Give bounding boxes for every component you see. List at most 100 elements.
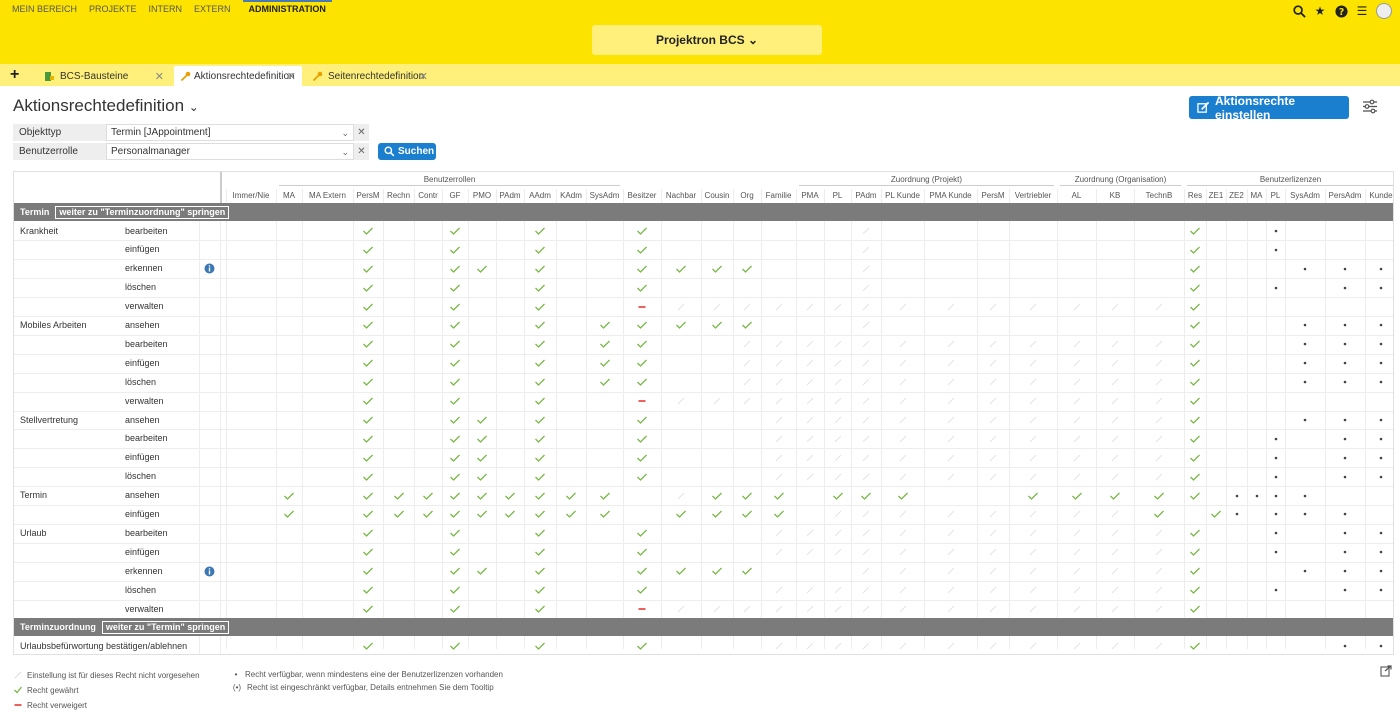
- check-icon[interactable]: [476, 263, 488, 275]
- not-applicable-icon[interactable]: [1153, 471, 1165, 483]
- denied-icon[interactable]: [636, 603, 648, 615]
- check-icon[interactable]: [449, 263, 461, 275]
- not-applicable-icon[interactable]: [897, 584, 909, 596]
- check-icon[interactable]: [534, 376, 546, 388]
- not-applicable-icon[interactable]: [860, 263, 872, 275]
- check-icon[interactable]: [711, 565, 723, 577]
- not-applicable-icon[interactable]: [804, 414, 816, 426]
- avatar[interactable]: [1376, 3, 1392, 19]
- not-applicable-icon[interactable]: [832, 338, 844, 350]
- not-applicable-icon[interactable]: [1153, 301, 1165, 313]
- not-applicable-icon[interactable]: [711, 603, 723, 615]
- tab-aktionsrechtedefinition[interactable]: Aktionsrechtedefinition ✕: [174, 66, 302, 86]
- not-applicable-icon[interactable]: [945, 301, 957, 313]
- not-applicable-icon[interactable]: [860, 376, 872, 388]
- check-icon[interactable]: [1210, 508, 1222, 520]
- check-icon[interactable]: [362, 301, 374, 313]
- not-applicable-icon[interactable]: [832, 471, 844, 483]
- objekttyp-select[interactable]: Termin [JAppointment] ⌄: [106, 124, 354, 141]
- not-applicable-icon[interactable]: [675, 395, 687, 407]
- column-header[interactable]: Rechn: [383, 191, 414, 200]
- license-icon[interactable]: [1270, 546, 1282, 558]
- not-applicable-icon[interactable]: [1153, 338, 1165, 350]
- column-header[interactable]: SysAdm: [586, 191, 623, 200]
- check-icon[interactable]: [675, 263, 687, 275]
- column-header[interactable]: PMA: [796, 191, 824, 200]
- not-applicable-icon[interactable]: [1109, 433, 1121, 445]
- license-icon[interactable]: [1339, 508, 1351, 520]
- not-applicable-icon[interactable]: [897, 376, 909, 388]
- not-applicable-icon[interactable]: [860, 603, 872, 615]
- not-applicable-icon[interactable]: [1153, 584, 1165, 596]
- not-applicable-icon[interactable]: [1109, 471, 1121, 483]
- not-applicable-icon[interactable]: [773, 584, 785, 596]
- not-applicable-icon[interactable]: [832, 301, 844, 313]
- not-applicable-icon[interactable]: [987, 452, 999, 464]
- check-icon[interactable]: [1189, 395, 1201, 407]
- not-applicable-icon[interactable]: [1071, 301, 1083, 313]
- check-icon[interactable]: [1189, 527, 1201, 539]
- license-icon[interactable]: [1375, 584, 1387, 596]
- not-applicable-icon[interactable]: [1071, 395, 1083, 407]
- not-applicable-icon[interactable]: [897, 546, 909, 558]
- license-icon[interactable]: [1270, 490, 1282, 502]
- not-applicable-icon[interactable]: [897, 471, 909, 483]
- benutzerrolle-select[interactable]: Personalmanager ⌄: [106, 143, 354, 160]
- not-applicable-icon[interactable]: [945, 640, 957, 652]
- denied-icon[interactable]: [636, 301, 648, 313]
- check-icon[interactable]: [636, 584, 648, 596]
- app-selector[interactable]: Projektron BCS ⌄: [592, 25, 822, 55]
- not-applicable-icon[interactable]: [1027, 546, 1039, 558]
- column-header[interactable]: KAdm: [556, 191, 586, 200]
- not-applicable-icon[interactable]: [1153, 565, 1165, 577]
- check-icon[interactable]: [449, 471, 461, 483]
- not-applicable-icon[interactable]: [987, 395, 999, 407]
- not-applicable-icon[interactable]: [675, 603, 687, 615]
- check-icon[interactable]: [534, 565, 546, 577]
- not-applicable-icon[interactable]: [1071, 414, 1083, 426]
- license-icon[interactable]: [1270, 452, 1282, 464]
- not-applicable-icon[interactable]: [1153, 414, 1165, 426]
- not-applicable-icon[interactable]: [987, 433, 999, 445]
- not-applicable-icon[interactable]: [945, 357, 957, 369]
- check-icon[interactable]: [599, 357, 611, 369]
- license-icon[interactable]: [1299, 357, 1311, 369]
- check-icon[interactable]: [534, 584, 546, 596]
- check-icon[interactable]: [362, 508, 374, 520]
- check-icon[interactable]: [476, 490, 488, 502]
- check-icon[interactable]: [476, 508, 488, 520]
- not-applicable-icon[interactable]: [1027, 376, 1039, 388]
- not-applicable-icon[interactable]: [832, 452, 844, 464]
- check-icon[interactable]: [362, 414, 374, 426]
- not-applicable-icon[interactable]: [1109, 508, 1121, 520]
- check-icon[interactable]: [599, 508, 611, 520]
- license-icon[interactable]: [1299, 376, 1311, 388]
- not-applicable-icon[interactable]: [945, 527, 957, 539]
- column-header[interactable]: PMO: [468, 191, 496, 200]
- check-icon[interactable]: [449, 565, 461, 577]
- column-header[interactable]: PMA Kunde: [924, 191, 977, 200]
- not-applicable-icon[interactable]: [897, 603, 909, 615]
- check-icon[interactable]: [675, 319, 687, 331]
- check-icon[interactable]: [1109, 490, 1121, 502]
- search-button[interactable]: Suchen: [378, 143, 436, 160]
- check-icon[interactable]: [362, 395, 374, 407]
- not-applicable-icon[interactable]: [1109, 414, 1121, 426]
- not-applicable-icon[interactable]: [832, 603, 844, 615]
- not-applicable-icon[interactable]: [860, 546, 872, 558]
- not-applicable-icon[interactable]: [897, 527, 909, 539]
- help-icon[interactable]: ?: [1334, 4, 1348, 18]
- not-applicable-icon[interactable]: [1153, 640, 1165, 652]
- column-header[interactable]: Familie: [761, 191, 796, 200]
- nav-projekte[interactable]: PROJEKTE: [89, 4, 137, 14]
- check-icon[interactable]: [636, 527, 648, 539]
- check-icon[interactable]: [1189, 225, 1201, 237]
- check-icon[interactable]: [449, 452, 461, 464]
- not-applicable-icon[interactable]: [741, 338, 753, 350]
- not-applicable-icon[interactable]: [832, 414, 844, 426]
- not-applicable-icon[interactable]: [804, 301, 816, 313]
- not-applicable-icon[interactable]: [804, 546, 816, 558]
- not-applicable-icon[interactable]: [1109, 527, 1121, 539]
- not-applicable-icon[interactable]: [832, 376, 844, 388]
- not-applicable-icon[interactable]: [832, 546, 844, 558]
